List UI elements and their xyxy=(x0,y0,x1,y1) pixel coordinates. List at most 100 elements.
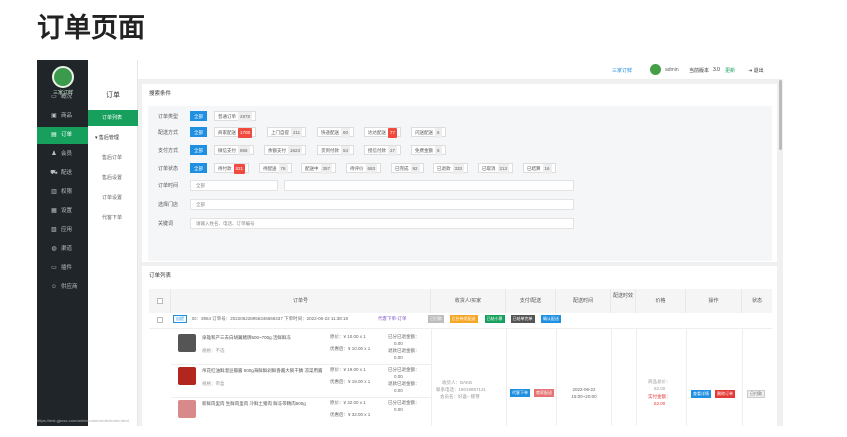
chart-icon: ▧ xyxy=(51,227,57,233)
update-link[interactable]: 更新 xyxy=(725,67,735,74)
search-panel-title: 搜索条件 xyxy=(149,91,172,97)
store-link[interactable]: 三家订鲜 xyxy=(612,67,632,74)
price-paid-label: 实付金额： xyxy=(648,394,671,399)
users-icon: ♟ xyxy=(51,151,57,157)
header-actions: 操作 xyxy=(686,289,742,313)
product-spec: 规格：不选 xyxy=(202,348,225,353)
filter-option-count: 76 xyxy=(278,164,288,174)
filter-option[interactable]: 商家配送 1708 xyxy=(214,127,257,138)
sidebar-item-label: 供应商 xyxy=(61,284,78,290)
product-deal-price: 优惠后：¥ 10.00 x 1 xyxy=(330,346,371,351)
sidebar-item-1[interactable]: ▣ 商品 xyxy=(37,108,88,125)
filter-label: 配送方式 xyxy=(158,130,179,136)
scrollbar[interactable] xyxy=(779,80,782,150)
submenu-item-after-sale-settings[interactable]: 售后设置 xyxy=(88,170,138,186)
filter-option-count: 693 xyxy=(365,164,378,174)
view-detail-button[interactable]: 查看详情 xyxy=(691,390,711,398)
filter-option-count: 213 xyxy=(497,164,510,174)
submenu-item-proxy-order[interactable]: 代客下单 xyxy=(88,210,138,226)
filter-label: 订单状态 xyxy=(158,166,179,172)
sidebar-item-6[interactable]: ▦ 设置 xyxy=(37,203,88,220)
product-deal-price: 优惠后：¥ 32.00 x 1 xyxy=(330,412,371,417)
sidebar-item-label: 订单 xyxy=(61,132,73,138)
avatar[interactable] xyxy=(650,64,661,75)
filter-option[interactable]: 已退款 333 xyxy=(433,163,469,174)
order-tag: 已结小票 xyxy=(484,315,505,323)
product-image xyxy=(178,334,196,352)
product-image xyxy=(178,367,196,385)
sidebar-item-8[interactable]: ◍ 渠道 xyxy=(37,241,88,258)
sidebar-item-2[interactable]: ▤ 订单 xyxy=(37,127,88,144)
version-label: 当前版本 xyxy=(689,68,710,74)
header-delivery-time: 配送时间 xyxy=(556,289,611,313)
refund-value: 0.00 xyxy=(394,407,403,412)
time-range-input[interactable] xyxy=(284,180,574,191)
logout-label: 退出 xyxy=(753,68,764,74)
filter-option[interactable]: 达达配送 77 xyxy=(364,127,402,138)
divider xyxy=(686,329,687,426)
store-select[interactable]: 全部 xyxy=(190,199,574,210)
filter-option[interactable]: 全部 xyxy=(190,163,207,173)
filter-option[interactable]: 上门自提 211 xyxy=(267,127,307,138)
monitor-icon: ▭ xyxy=(51,265,57,271)
filter-option[interactable]: 待评价 693 xyxy=(346,163,382,174)
logout-button[interactable]: ⇥ 退出 xyxy=(748,67,764,74)
select-all-checkbox[interactable] xyxy=(157,298,163,304)
return-value: 0.00 xyxy=(394,388,403,393)
header-order-no: 订单号 xyxy=(171,289,431,313)
product-name: 新鲜肉里肉 生鲜肉里肉 冷鲜土猪肉 鲜冻带精肉500g xyxy=(202,401,306,406)
delete-order-button[interactable]: 删除订单 xyxy=(715,390,735,398)
sidebar-item-5[interactable]: ▥ 权限 xyxy=(37,184,88,201)
submenu-item-order-list[interactable]: 订单列表 xyxy=(88,110,138,126)
submenu-group-after-sale[interactable]: ▾ 售后管理 xyxy=(88,130,138,146)
filter-option[interactable]: 全部 xyxy=(190,111,207,121)
filter-label: 支付方式 xyxy=(158,148,179,154)
filter-option[interactable]: 全部 xyxy=(190,145,207,155)
sidebar-item-4[interactable]: ⛟ 配送 xyxy=(37,165,88,182)
sidebar-item-label: 渠道 xyxy=(61,246,73,252)
refund-value: 0.00 xyxy=(394,374,403,379)
building-icon: ▦ xyxy=(51,208,57,214)
filter-option-label: 配送中 xyxy=(305,166,319,171)
submenu-group-label: 售后管理 xyxy=(98,135,119,141)
sidebar-item-label: 应用 xyxy=(61,227,73,233)
filter-option[interactable]: 普通订单 2878 xyxy=(214,111,257,122)
filter-option[interactable]: 微信支付 866 xyxy=(214,145,254,156)
sidebar-item-9[interactable]: ▭ 插件 xyxy=(37,260,88,277)
product-name: 吊花红油鲜溜豆瓣酱 500g海鲜鲜剁鲜香酱大碗干鳞 凉菜用酱 xyxy=(202,368,323,373)
page-title: 订单页面 xyxy=(37,13,145,43)
sidebar-item-label: 会员 xyxy=(61,151,73,157)
product-deal-price: 优惠后：¥ 19.00 x 1 xyxy=(330,379,371,384)
filter-option-count: 866 xyxy=(238,146,250,156)
filter-option[interactable]: 全部 xyxy=(190,127,207,137)
row-checkbox[interactable] xyxy=(157,317,163,323)
filter-option-label: 快递配送 xyxy=(321,130,339,135)
filter-option[interactable]: 待付款 821 xyxy=(214,163,250,174)
filter-option[interactable]: 已完成 92 xyxy=(391,163,424,174)
filter-option[interactable]: 余额支付 1623 xyxy=(264,145,307,156)
sidebar-item-10[interactable]: ☺ 供应商 xyxy=(37,279,88,296)
filter-option-label: 微信支付 xyxy=(218,148,236,153)
search-panel: 搜索条件 订单类型 全部 普通订单 2878 配送方式 全部 商家配送 1708 上门自提 211… xyxy=(142,84,777,280)
filter-option[interactable]: 快递配送 60 xyxy=(317,127,355,138)
submenu-item-order-settings[interactable]: 订单设置 xyxy=(88,190,138,206)
filter-option[interactable]: 货到付款 54 xyxy=(317,145,355,156)
filter-option[interactable]: 待配送 76 xyxy=(259,163,292,174)
filter-label: 订单类型 xyxy=(158,114,179,120)
filter-option[interactable]: 闪送配送 6 xyxy=(411,127,446,138)
sidebar-item-0[interactable]: ▭ 概况 xyxy=(37,89,88,106)
submenu-item-after-sale-orders[interactable]: 售后订单 xyxy=(88,150,138,166)
filter-option[interactable]: 已取消 213 xyxy=(478,163,514,174)
wallet-icon: ▥ xyxy=(51,189,57,195)
username[interactable]: admin xyxy=(665,67,679,73)
status-badge: 已付款 xyxy=(747,390,765,398)
filter-option-count: 16 xyxy=(542,164,552,174)
keyword-input[interactable]: 请输入姓名、电话、订单编号 xyxy=(190,218,574,229)
sidebar-item-7[interactable]: ▧ 应用 xyxy=(37,222,88,239)
filter-option[interactable]: 授信付款 27 xyxy=(364,145,402,156)
filter-option[interactable]: 免费金额 8 xyxy=(411,145,446,156)
sidebar-item-3[interactable]: ♟ 会员 xyxy=(37,146,88,163)
filter-option[interactable]: 已结算 16 xyxy=(523,163,556,174)
filter-option[interactable]: 配送中 357 xyxy=(301,163,337,174)
time-start-input[interactable]: 全部 xyxy=(190,180,278,191)
